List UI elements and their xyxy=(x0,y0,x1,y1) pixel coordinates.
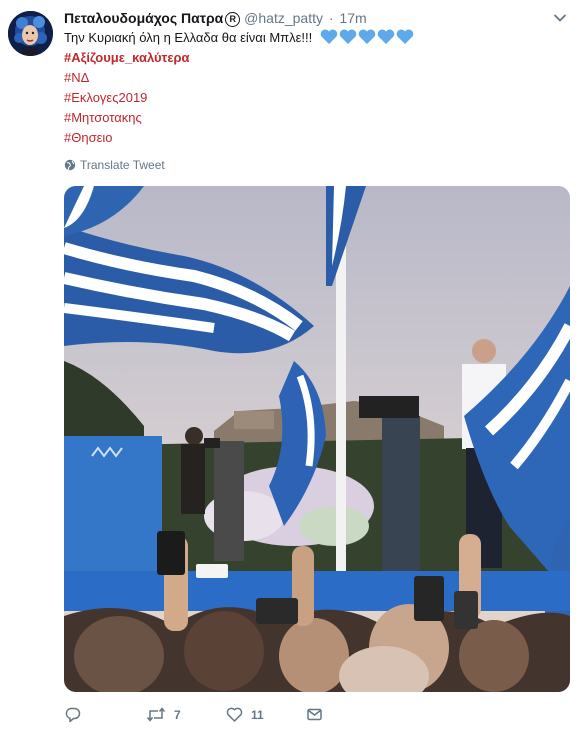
retweet-count: 7 xyxy=(174,707,181,722)
retweet-button[interactable]: 7 xyxy=(146,706,181,723)
like-count: 11 xyxy=(251,707,264,722)
separator: · xyxy=(328,10,334,26)
rally-photo-image xyxy=(64,186,570,692)
reply-icon xyxy=(65,707,81,723)
tweet-header: Πεταλουδομάχος Πατρα R @hatz_patty · 17m xyxy=(64,9,367,27)
like-button[interactable]: 11 xyxy=(226,706,264,723)
tweet: Πεταλουδομάχος Πατρα R @hatz_patty · 17m … xyxy=(0,0,583,736)
tweet-photo[interactable] xyxy=(64,186,570,692)
avatar[interactable] xyxy=(8,11,53,56)
hashtag-link[interactable]: #Θησειο xyxy=(64,128,564,148)
registered-badge: R xyxy=(225,12,241,27)
translate-label: Translate Tweet xyxy=(80,158,165,172)
user-handle[interactable]: @hatz_patty xyxy=(244,10,323,26)
hashtag-link[interactable]: #Εκλογες2019 xyxy=(64,88,564,108)
tweet-text: Την Κυριακή όλη η Ελλαδα θα είναι Μπλε!!… xyxy=(64,28,564,148)
globe-icon xyxy=(64,159,76,171)
tweet-body-text: Την Κυριακή όλη η Ελλαδα θα είναι Μπλε!!… xyxy=(64,30,313,45)
like-icon xyxy=(226,707,243,722)
hashtag-link[interactable]: #Μητσοτακης xyxy=(64,108,564,128)
hashtag-link[interactable]: #Αξίζουμε_καλύτερα xyxy=(64,48,564,68)
timestamp[interactable]: 17m xyxy=(339,10,366,26)
tweet-actions: 7 11 xyxy=(64,706,464,726)
message-icon xyxy=(307,708,322,721)
hashtag-link[interactable]: #ΝΔ xyxy=(64,68,564,88)
retweet-icon xyxy=(146,707,166,722)
reply-button[interactable] xyxy=(64,706,89,723)
display-name[interactable]: Πεταλουδομάχος Πατρα xyxy=(64,10,223,26)
blue-heart-icon xyxy=(320,29,414,44)
chevron-down-icon[interactable] xyxy=(553,11,567,25)
translate-tweet-button[interactable]: Translate Tweet xyxy=(64,158,165,172)
tweet-body: Την Κυριακή όλη η Ελλαδα θα είναι Μπλε!!… xyxy=(64,28,564,48)
direct-message-button[interactable] xyxy=(306,706,323,723)
